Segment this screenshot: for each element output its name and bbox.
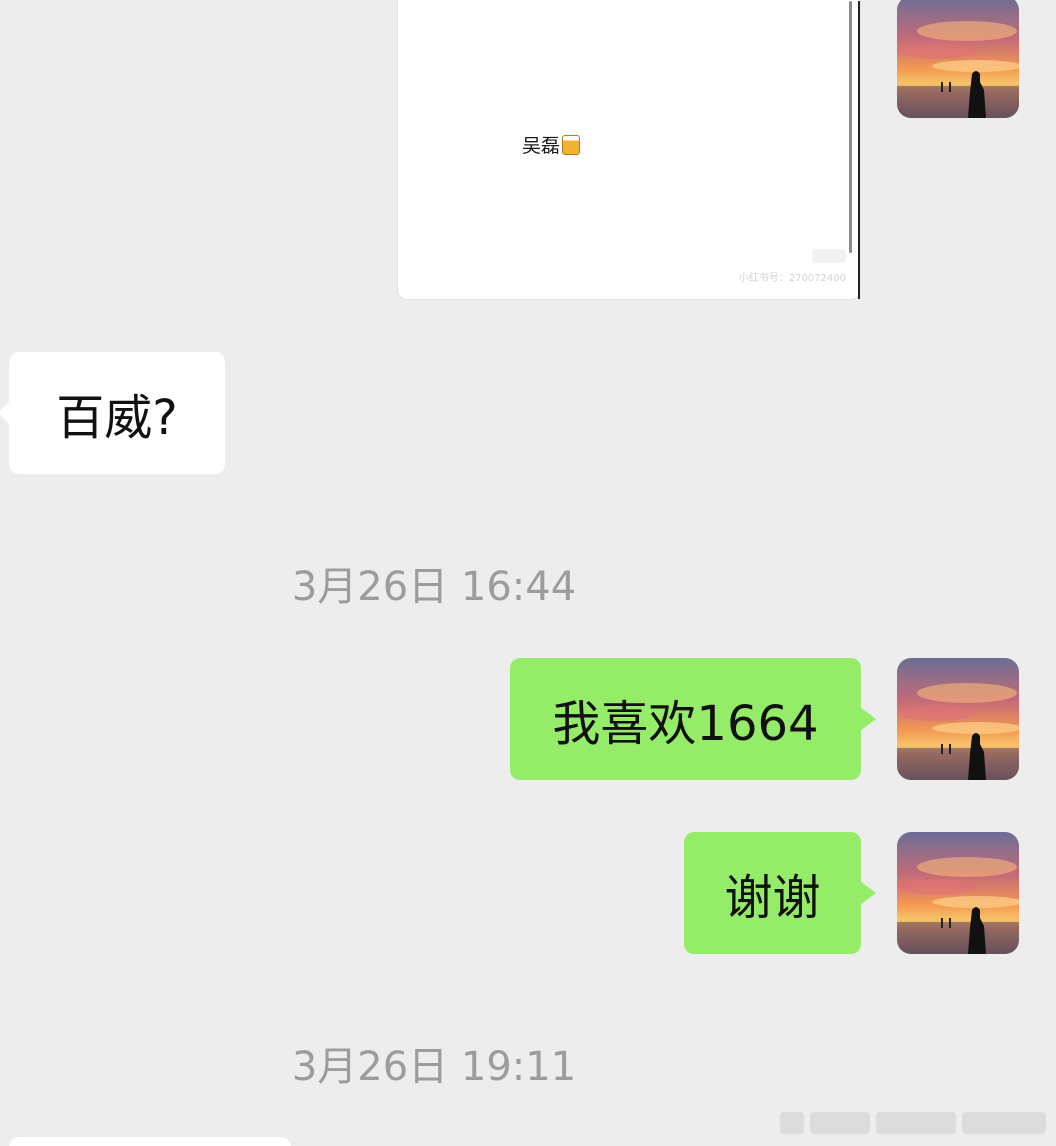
chat-view[interactable]: 吴磊 小红书号：270072400 百威? 3月26日 16:44 我喜欢166…	[0, 0, 1056, 1146]
image-scrollbar	[849, 1, 852, 253]
my-avatar[interactable]	[897, 658, 1019, 780]
message-timestamp: 3月26日 19:11	[291, 1044, 577, 1090]
image-watermark: 小红书号：270072400	[738, 273, 846, 284]
image-edge	[858, 1, 860, 299]
my-avatar[interactable]	[897, 832, 1019, 954]
bubble-tail	[0, 401, 10, 425]
beer-mug-icon	[562, 135, 581, 155]
outgoing-message-bubble[interactable]: 谢谢	[684, 832, 876, 954]
bubble-tail	[860, 707, 876, 731]
my-avatar[interactable]	[897, 0, 1019, 118]
incoming-message-bubble[interactable]: 百威?	[0, 352, 225, 474]
watermark-logo	[780, 1108, 1050, 1138]
incoming-message-bubble-partial[interactable]	[9, 1137, 291, 1146]
message-timestamp: 3月26日 16:44	[291, 564, 577, 610]
sunset-silhouette-avatar	[897, 832, 1019, 954]
sunset-silhouette-avatar	[897, 0, 1019, 118]
bubble-tail	[860, 881, 876, 905]
message-text: 我喜欢1664	[552, 696, 819, 752]
shared-image-message[interactable]: 吴磊 小红书号：270072400	[397, 0, 861, 300]
outgoing-message-bubble[interactable]: 我喜欢1664	[510, 658, 876, 780]
message-text: 谢谢	[724, 870, 821, 926]
sunset-silhouette-avatar	[897, 658, 1019, 780]
shared-image-text: 吴磊	[522, 131, 581, 158]
message-text: 百威?	[56, 390, 178, 446]
image-blurred-badge	[812, 249, 846, 263]
